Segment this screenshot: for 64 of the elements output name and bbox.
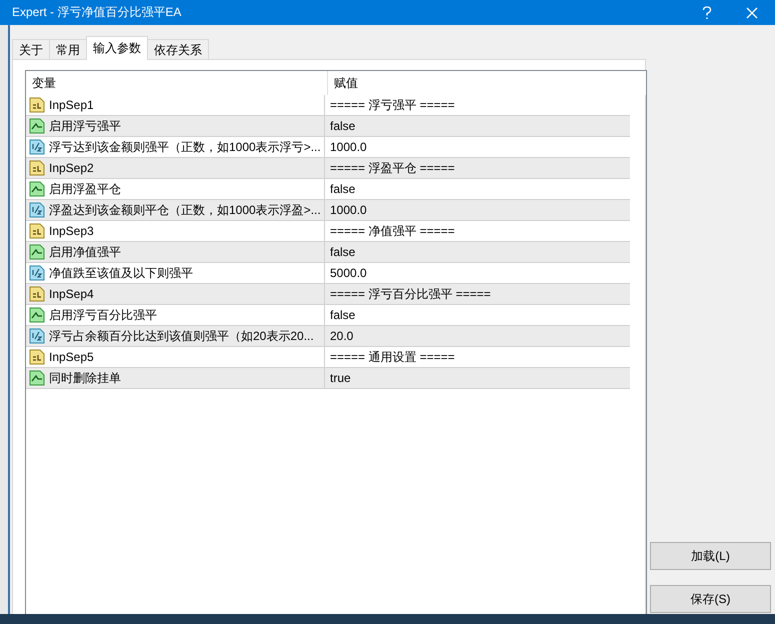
table-row[interactable]: InpSep1 ===== 浮亏强平 =====: [26, 95, 630, 116]
parameter-value: true: [330, 371, 351, 385]
table-row[interactable]: 同时删除挂单 true: [26, 368, 630, 389]
parameter-name: 浮盈达到该金额则平仓（正数，如1000表示浮盈>...: [49, 202, 321, 218]
parameter-value: 1000.0: [330, 203, 367, 217]
parameter-value: false: [330, 119, 356, 133]
table-row[interactable]: 启用浮盈平仓 false: [26, 179, 630, 200]
toggle-type-icon: [29, 244, 45, 260]
parameter-value: 5000.0: [330, 266, 367, 280]
parameter-name: InpSep1: [49, 98, 94, 112]
parameter-name: 净值跌至该值及以下则强平: [49, 264, 193, 282]
table-row[interactable]: InpSep4 ===== 浮亏百分比强平 =====: [26, 284, 630, 305]
parameter-value: false: [330, 308, 356, 322]
parameter-value: ===== 浮盈平仓 =====: [330, 160, 455, 176]
text-type-icon: [29, 97, 45, 113]
table-row[interactable]: InpSep3 ===== 净值强平 =====: [26, 221, 630, 242]
parameter-name: 启用浮盈平仓: [49, 180, 121, 198]
table-row[interactable]: InpSep5 ===== 通用设置 =====: [26, 347, 630, 368]
parameter-value: 20.0: [330, 329, 354, 343]
parameter-name: 浮亏占余额百分比达到该值则强平（如20表示20...: [49, 328, 314, 344]
parameter-name: 启用浮亏强平: [49, 118, 121, 134]
parameter-value: ===== 浮亏百分比强平 =====: [330, 286, 491, 302]
toggle-type-icon: [29, 370, 45, 386]
number-type-icon: [29, 328, 45, 344]
table-row[interactable]: 启用净值强平 false: [26, 242, 630, 263]
number-type-icon: [29, 202, 45, 218]
window-title: Expert - 浮亏净值百分比强平EA: [12, 4, 182, 21]
table-row[interactable]: 启用浮亏强平 false: [26, 116, 630, 137]
parameter-name: 同时删除挂单: [49, 370, 121, 386]
parameter-name: 浮亏达到该金额则强平（正数，如1000表示浮亏>...: [49, 138, 321, 156]
parameter-value: false: [330, 182, 356, 196]
help-icon[interactable]: [702, 6, 712, 20]
table-row[interactable]: 浮盈达到该金额则平仓（正数，如1000表示浮盈>... 1000.0: [26, 200, 630, 221]
parameter-value: ===== 浮亏强平 =====: [330, 96, 455, 114]
parameter-name: InpSep2: [49, 161, 94, 175]
text-type-icon: [29, 160, 45, 176]
close-icon[interactable]: [746, 6, 758, 18]
text-type-icon: [29, 286, 45, 302]
parameter-name: InpSep5: [49, 350, 94, 364]
parameter-value: ===== 通用设置 =====: [330, 348, 455, 366]
save-button[interactable]: 保存(S): [650, 585, 771, 613]
parameter-name: InpSep3: [49, 224, 94, 238]
text-type-icon: [29, 223, 45, 239]
number-type-icon: [29, 139, 45, 155]
text-type-icon: [29, 349, 45, 365]
parameter-value: ===== 净值强平 =====: [330, 222, 455, 240]
parameter-name: 启用浮亏百分比强平: [49, 306, 157, 324]
table-row[interactable]: 浮亏占余额百分比达到该值则强平（如20表示20... 20.0: [26, 326, 630, 347]
parameter-name: 启用净值强平: [49, 244, 121, 260]
parameter-name: InpSep4: [49, 287, 94, 301]
tab[interactable]: 输入参数: [86, 36, 148, 60]
number-type-icon: [29, 265, 45, 281]
parameter-value: 1000.0: [330, 140, 367, 154]
toggle-type-icon: [29, 307, 45, 323]
table-row[interactable]: 浮亏达到该金额则强平（正数，如1000表示浮亏>... 1000.0: [26, 137, 630, 158]
toggle-type-icon: [29, 181, 45, 197]
table-row[interactable]: 启用浮亏百分比强平 false: [26, 305, 630, 326]
tab[interactable]: 依存关系: [147, 39, 209, 60]
table-row[interactable]: 净值跌至该值及以下则强平 5000.0: [26, 263, 630, 284]
toggle-type-icon: [29, 118, 45, 134]
table-row[interactable]: InpSep2 ===== 浮盈平仓 =====: [26, 158, 630, 179]
tab[interactable]: 关于: [12, 39, 50, 60]
parameter-value: false: [330, 245, 356, 259]
load-button[interactable]: 加载(L): [650, 542, 771, 570]
